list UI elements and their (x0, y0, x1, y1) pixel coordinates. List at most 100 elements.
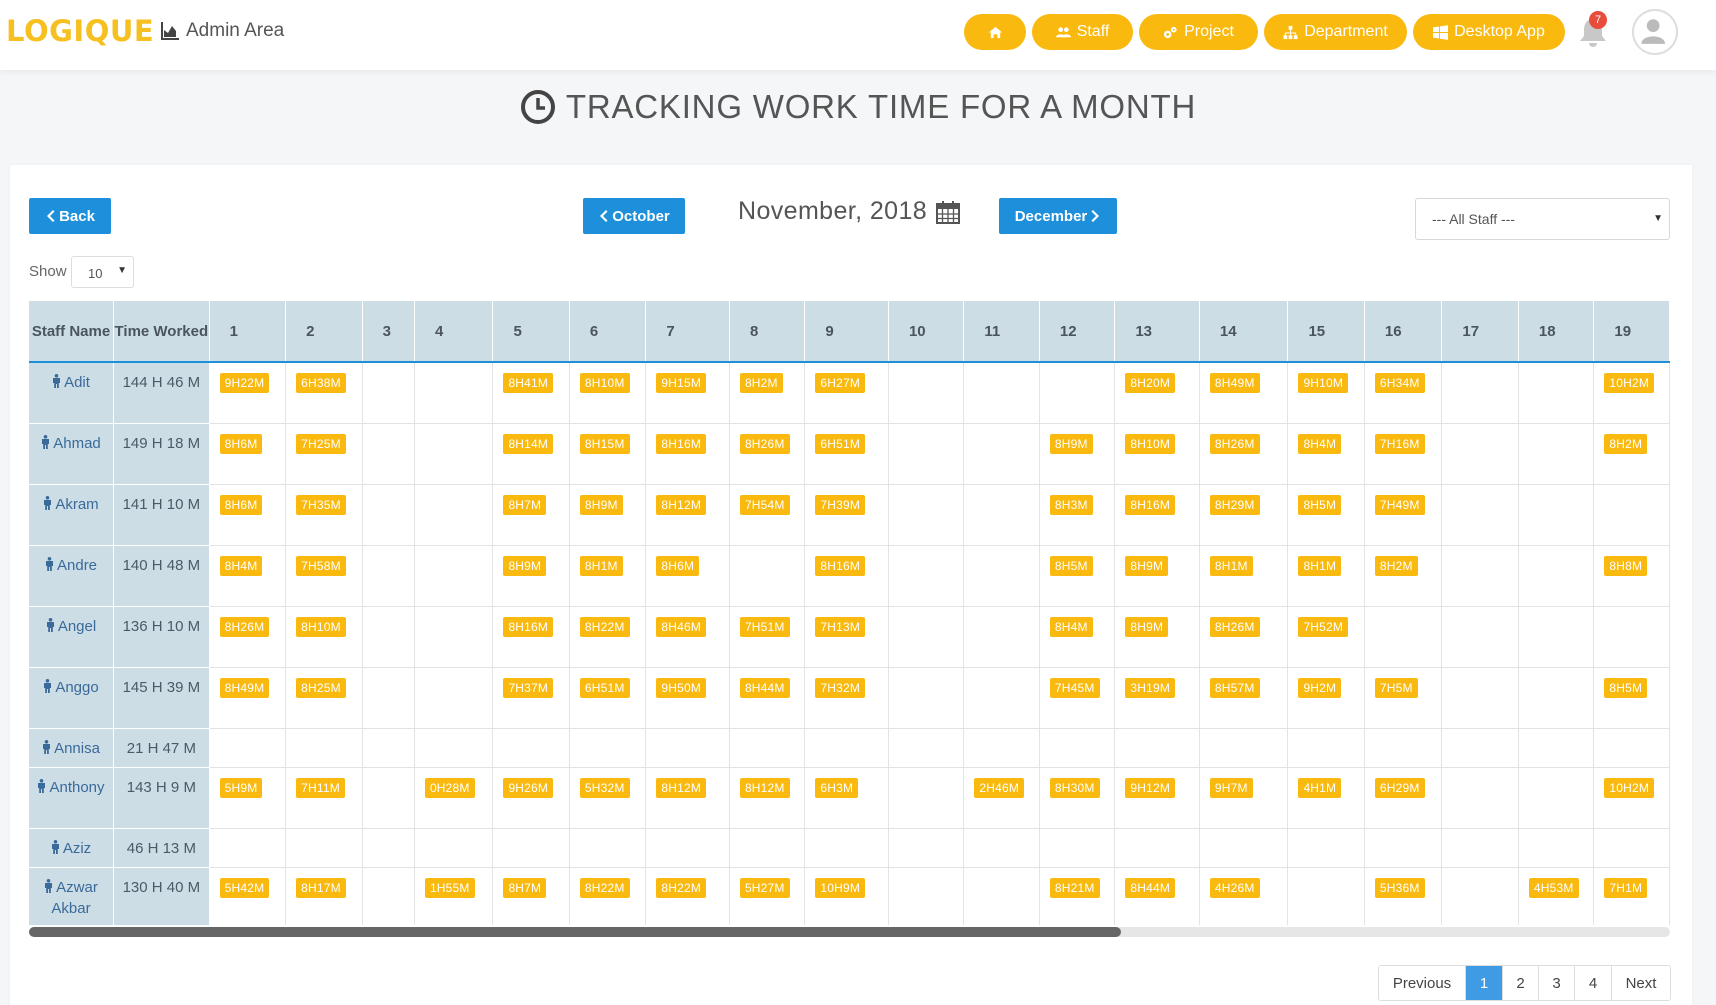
work-time-badge[interactable]: 8H25M (296, 677, 346, 698)
work-time-badge[interactable]: 9H7M (1209, 777, 1253, 798)
work-time-badge[interactable]: 0H28M (424, 777, 475, 798)
work-time-badge[interactable]: 8H16M (656, 433, 707, 454)
staff-name-cell[interactable]: Akram (29, 484, 115, 546)
work-time-badge[interactable]: 7H5M (1374, 677, 1418, 698)
work-time-badge[interactable]: 8H2M (1604, 433, 1648, 454)
work-time-badge[interactable]: 8H1M (1298, 555, 1342, 576)
work-time-badge[interactable]: 5H42M (219, 877, 270, 898)
back-button[interactable]: Back (29, 198, 111, 234)
staff-name-cell[interactable]: Andre (29, 545, 115, 607)
worktime-table-container[interactable]: Staff Name Time Worked 1 2 3 4 5 6 7 8 9 10 11 12 13… (29, 301, 1670, 925)
work-time-badge[interactable]: 8H22M (579, 616, 630, 637)
department-button[interactable]: Department (1264, 14, 1407, 50)
work-time-badge[interactable]: 8H30M (1049, 777, 1100, 798)
work-time-badge[interactable]: 7H16M (1374, 433, 1425, 454)
logo[interactable]: LOGIQUE (6, 14, 154, 48)
staff-name-cell[interactable]: Azwar Akbar (29, 867, 115, 925)
work-time-badge[interactable]: 8H21M (1049, 877, 1100, 898)
work-time-badge[interactable]: 8H9M (1125, 616, 1169, 637)
work-time-badge[interactable]: 6H51M (579, 677, 630, 698)
work-time-badge[interactable]: 7H54M (739, 494, 790, 515)
work-time-badge[interactable]: 7H39M (815, 494, 866, 515)
staff-name-cell[interactable]: Annisa (29, 728, 115, 768)
work-time-badge[interactable]: 8H4M (219, 555, 263, 576)
work-time-badge[interactable]: 10H2M (1604, 777, 1655, 798)
staff-name[interactable]: Ahmad (53, 435, 101, 452)
work-time-badge[interactable]: 8H12M (739, 777, 790, 798)
staff-name[interactable]: Akram (55, 496, 98, 513)
work-time-badge[interactable]: 8H1M (579, 555, 623, 576)
staff-name[interactable]: Aziz (63, 840, 91, 857)
next-month-button[interactable]: December (999, 198, 1117, 234)
page-2-button[interactable]: 2 (1503, 966, 1539, 1000)
work-time-badge[interactable]: 8H6M (219, 433, 263, 454)
work-time-badge[interactable]: 8H9M (503, 555, 547, 576)
work-time-badge[interactable]: 7H1M (1604, 877, 1648, 898)
work-time-badge[interactable]: 7H35M (296, 494, 346, 515)
work-time-badge[interactable]: 8H2M (1374, 555, 1418, 576)
next-page-button[interactable]: Next (1612, 966, 1670, 1000)
work-time-badge[interactable]: 8H16M (503, 616, 554, 637)
work-time-badge[interactable]: 8H26M (739, 433, 790, 454)
work-time-badge[interactable]: 8H26M (219, 616, 270, 637)
staff-name[interactable]: Andre (57, 557, 97, 574)
work-time-badge[interactable]: 7H37M (503, 677, 554, 698)
work-time-badge[interactable]: 9H12M (1125, 777, 1176, 798)
work-time-badge[interactable]: 8H6M (656, 555, 700, 576)
work-time-badge[interactable]: 9H26M (503, 777, 554, 798)
work-time-badge[interactable]: 10H2M (1604, 373, 1655, 393)
work-time-badge[interactable]: 5H9M (219, 777, 263, 798)
work-time-badge[interactable]: 8H22M (656, 877, 707, 898)
work-time-badge[interactable]: 9H50M (656, 677, 707, 698)
work-time-badge[interactable]: 6H51M (815, 433, 866, 454)
previous-month-button[interactable]: October (583, 198, 685, 234)
work-time-badge[interactable]: 6H27M (815, 373, 866, 393)
work-time-badge[interactable]: 8H49M (219, 677, 270, 698)
staff-name[interactable]: Annisa (54, 740, 100, 757)
work-time-badge[interactable]: 9H10M (1298, 373, 1349, 393)
work-time-badge[interactable]: 8H5M (1604, 677, 1648, 698)
work-time-badge[interactable]: 8H8M (1604, 555, 1648, 576)
work-time-badge[interactable]: 8H12M (656, 777, 707, 798)
work-time-badge[interactable]: 2H46M (974, 777, 1025, 798)
work-time-badge[interactable]: 8H9M (1049, 433, 1093, 454)
page-1-button[interactable]: 1 (1466, 966, 1503, 1000)
work-time-badge[interactable]: 7H49M (1374, 494, 1425, 515)
previous-page-button[interactable]: Previous (1379, 966, 1466, 1000)
work-time-badge[interactable]: 8H16M (815, 555, 866, 576)
project-button[interactable]: Project (1139, 14, 1258, 50)
work-time-badge[interactable]: 8H16M (1125, 494, 1176, 515)
work-time-badge[interactable]: 8H10M (1125, 433, 1176, 454)
work-time-badge[interactable]: 8H12M (656, 494, 707, 515)
work-time-badge[interactable]: 7H52M (1298, 616, 1349, 637)
work-time-badge[interactable]: 8H29M (1209, 494, 1260, 515)
work-time-badge[interactable]: 8H4M (1298, 433, 1342, 454)
work-time-badge[interactable]: 1H55M (424, 877, 475, 898)
staff-name-cell[interactable]: Ahmad (29, 423, 115, 485)
work-time-badge[interactable]: 7H58M (296, 555, 346, 576)
work-time-badge[interactable]: 8H22M (579, 877, 630, 898)
work-time-badge[interactable]: 4H26M (1209, 877, 1260, 898)
page-3-button[interactable]: 3 (1539, 966, 1575, 1000)
desktop-app-button[interactable]: Desktop App (1413, 14, 1565, 50)
work-time-badge[interactable]: 8H9M (579, 494, 623, 515)
work-time-badge[interactable]: 8H20M (1125, 373, 1176, 393)
work-time-badge[interactable]: 8H7M (503, 877, 547, 898)
staff-name-cell[interactable]: Angel (29, 606, 115, 668)
work-time-badge[interactable]: 9H22M (219, 373, 270, 393)
work-time-badge[interactable]: 8H57M (1209, 677, 1260, 698)
work-time-badge[interactable]: 8H10M (296, 616, 346, 637)
work-time-badge[interactable]: 7H25M (296, 433, 346, 454)
work-time-badge[interactable]: 8H46M (656, 616, 707, 637)
scrollbar-thumb[interactable] (29, 927, 1121, 937)
work-time-badge[interactable]: 8H3M (1049, 494, 1093, 515)
work-time-badge[interactable]: 6H38M (296, 373, 346, 393)
work-time-badge[interactable]: 3H19M (1125, 677, 1176, 698)
work-time-badge[interactable]: 8H2M (739, 373, 783, 393)
staff-name-cell[interactable]: Anggo (29, 667, 115, 729)
page-4-button[interactable]: 4 (1575, 966, 1612, 1000)
work-time-badge[interactable]: 8H44M (739, 677, 790, 698)
work-time-badge[interactable]: 8H1M (1209, 555, 1253, 576)
staff-name-cell[interactable]: Anthony (29, 767, 115, 829)
work-time-badge[interactable]: 10H9M (815, 877, 866, 898)
